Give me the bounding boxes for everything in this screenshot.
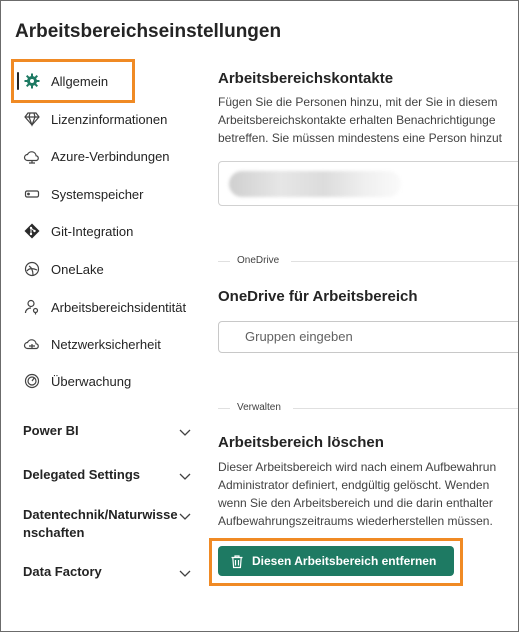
git-icon: [23, 222, 41, 240]
delete-desc-line: Dieser Arbeitsbereich wird nach einem Au…: [218, 460, 497, 474]
sidebar-item-git-integration[interactable]: Git-Integration: [15, 214, 197, 248]
chevron-down-icon: [179, 429, 191, 436]
gauge-icon: [23, 372, 41, 390]
diamond-icon: [23, 110, 41, 128]
onelake-icon: [23, 260, 41, 278]
contacts-desc-line: Arbeitsbereichskontakte erhalten Benachr…: [218, 113, 496, 127]
sidebar-item-label: Systemspeicher: [51, 186, 144, 202]
groups-input[interactable]: Gruppen eingeben: [218, 321, 518, 353]
sidebar-item-arbeitsbereichsidentitaet[interactable]: Arbeitsbereichsidentität: [15, 290, 197, 324]
group-datentechnik[interactable]: Datentechnik/Naturwisse nschaften: [23, 506, 193, 542]
manage-divider-label: Verwalten: [237, 402, 281, 413]
contacts-description: Fügen Sie die Personen hinzu, mit der Si…: [218, 93, 518, 147]
sidebar-item-lizenzinformationen[interactable]: Lizenzinformationen: [15, 102, 197, 136]
identity-icon: [23, 298, 41, 316]
delete-desc-line: Administrator definiert, endgültig gelös…: [218, 478, 490, 492]
sidebar-item-label: Überwachung: [51, 373, 132, 389]
delete-workspace-title: Arbeitsbereich löschen: [218, 434, 384, 451]
highlight-frame-allgemein: [11, 59, 135, 103]
group-label-line2: nschaften: [23, 525, 85, 540]
group-data-factory[interactable]: Data Factory: [23, 563, 193, 581]
contacts-title: Arbeitsbereichskontakte: [218, 70, 394, 87]
sidebar-item-label: Azure-Verbindungen: [51, 148, 170, 164]
delete-desc-line: wenn Sie den Arbeitsbereich und die dari…: [218, 496, 493, 510]
sidebar-item-ueberwachung[interactable]: Überwachung: [15, 364, 197, 398]
sidebar-item-systemspeicher[interactable]: Systemspeicher: [15, 177, 197, 211]
sidebar-item-netzwerksicherheit[interactable]: Netzwerksicherheit: [15, 327, 197, 361]
sidebar-item-label: OneLake: [51, 261, 104, 277]
divider-line: [218, 261, 230, 262]
storage-icon: [23, 185, 41, 203]
group-label: Data Factory: [23, 564, 102, 579]
group-power-bi[interactable]: Power BI: [23, 422, 193, 440]
group-label-line1: Datentechnik/Naturwisse: [23, 507, 178, 522]
contacts-desc-line: betreffen. Sie müssen mindestens eine Pe…: [218, 131, 502, 145]
sidebar-item-label: Lizenzinformationen: [51, 111, 168, 127]
redacted-contact-chip: [229, 171, 401, 197]
group-delegated-settings[interactable]: Delegated Settings: [23, 466, 193, 484]
sidebar-item-label: Git-Integration: [51, 223, 134, 239]
divider-line: [293, 408, 518, 409]
sidebar-item-label: Netzwerksicherheit: [51, 336, 161, 352]
sidebar-item-label: Arbeitsbereichsidentität: [51, 299, 187, 315]
group-label: Delegated Settings: [23, 467, 141, 482]
cloud-icon: [23, 147, 41, 165]
delete-workspace-description: Dieser Arbeitsbereich wird nach einem Au…: [218, 458, 518, 530]
divider-line: [218, 408, 230, 409]
delete-desc-line: Aufbewahrungszeitraums wiederherstellen …: [218, 514, 493, 528]
page-title: Arbeitsbereichseinstellungen: [15, 21, 282, 42]
sidebar-item-azure-verbindungen[interactable]: Azure-Verbindungen: [15, 139, 197, 173]
onedrive-divider-label: OneDrive: [237, 255, 280, 266]
chevron-down-icon: [179, 513, 191, 520]
sidebar-item-onelake[interactable]: OneLake: [15, 252, 197, 286]
highlight-frame-remove-button: [209, 538, 463, 586]
contacts-input[interactable]: [218, 161, 518, 206]
settings-panel: Arbeitsbereichseinstellungen Allgemein L…: [0, 0, 519, 632]
contacts-desc-line: Fügen Sie die Personen hinzu, mit der Si…: [218, 95, 498, 109]
group-label: Power BI: [23, 423, 79, 438]
network-cloud-icon: [23, 335, 41, 353]
divider-line: [291, 261, 518, 262]
chevron-down-icon: [179, 473, 191, 480]
onedrive-title: OneDrive für Arbeitsbereich: [218, 288, 418, 305]
chevron-down-icon: [179, 570, 191, 577]
